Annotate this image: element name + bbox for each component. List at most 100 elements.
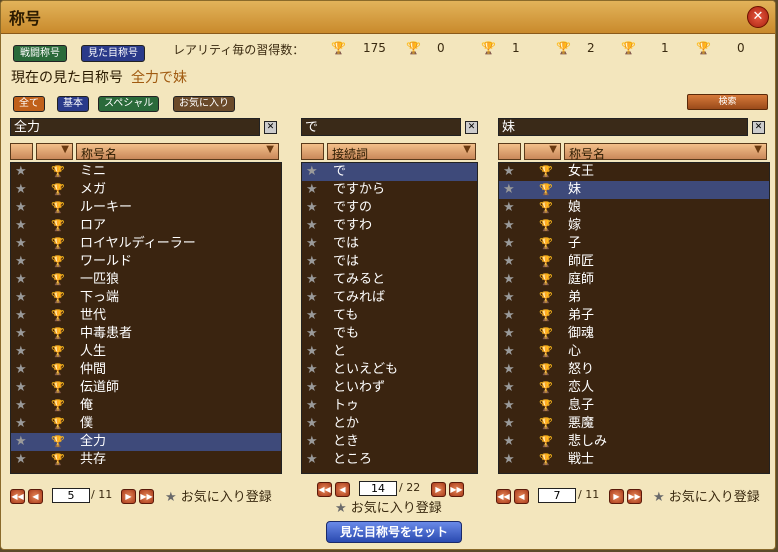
page-input-2[interactable]: 14 [359,481,397,496]
rarity-column-header[interactable]: ▼ [36,143,73,160]
list-item[interactable]: ★ 🏆 ロイヤルディーラー [11,235,281,253]
star-icon[interactable]: ★ [15,253,27,271]
list-item[interactable]: ★ 🏆 ロア [11,217,281,235]
list-item[interactable]: ★ 🏆 メガ [11,181,281,199]
star-icon[interactable]: ★ [503,433,515,451]
list-item[interactable]: ★ 🏆 息子 [499,397,769,415]
star-icon[interactable]: ★ [306,325,318,343]
list-item[interactable]: ★ では [302,235,477,253]
list-item[interactable]: ★ 🏆 心 [499,343,769,361]
star-icon[interactable]: ★ [306,217,318,235]
star-icon[interactable]: ★ [503,217,515,235]
favorite-column-header[interactable] [498,143,521,160]
first-page-button[interactable]: ◀◀ [496,489,511,504]
list-item[interactable]: ★ 🏆 全力 [11,433,281,451]
prev-page-button[interactable]: ◀ [28,489,43,504]
list-item[interactable]: ★ 🏆 仲間 [11,361,281,379]
close-button[interactable]: ✕ [747,6,769,28]
star-icon[interactable]: ★ [306,433,318,451]
list-item[interactable]: ★ 🏆 師匠 [499,253,769,271]
list-item[interactable]: ★ 🏆 戦士 [499,451,769,469]
star-icon[interactable]: ★ [503,199,515,217]
star-icon[interactable]: ★ [306,307,318,325]
favorite-register-1[interactable]: ★ お気に入り登録 [165,486,272,505]
last-page-button[interactable]: ▶▶ [627,489,642,504]
first-page-button[interactable]: ◀◀ [10,489,25,504]
star-icon[interactable]: ★ [306,397,318,415]
favorite-register-2[interactable]: ★ お気に入り登録 [335,497,442,516]
star-icon[interactable]: ★ [15,361,27,379]
star-icon[interactable]: ★ [306,289,318,307]
list-item[interactable]: ★ とき [302,433,477,451]
star-icon[interactable]: ★ [503,235,515,253]
star-icon[interactable]: ★ [15,397,27,415]
star-icon[interactable]: ★ [503,451,515,469]
star-icon[interactable]: ★ [306,361,318,379]
star-icon[interactable]: ★ [503,343,515,361]
prev-page-button[interactable]: ◀ [514,489,529,504]
list-item[interactable]: ★ 🏆 怒り [499,361,769,379]
clear-icon[interactable]: ✕ [264,121,277,134]
favorite-column-header[interactable] [301,143,324,160]
star-icon[interactable]: ★ [503,271,515,289]
star-icon[interactable]: ★ [306,451,318,469]
name-column-header[interactable]: 称号名 ▼ [76,143,279,161]
list-item[interactable]: ★ と [302,343,477,361]
star-icon[interactable]: ★ [306,235,318,253]
page-input-3[interactable]: 7 [538,488,576,503]
list-item[interactable]: ★ 🏆 弟 [499,289,769,307]
filter-all[interactable]: 全て [13,96,45,112]
star-icon[interactable]: ★ [306,253,318,271]
list-item[interactable]: ★ ですの [302,199,477,217]
list-item[interactable]: ★ 🏆 恋人 [499,379,769,397]
star-icon[interactable]: ★ [15,325,27,343]
search-button[interactable]: 検索 [687,94,768,110]
star-icon[interactable]: ★ [306,199,318,217]
list-item[interactable]: ★ ところ [302,451,477,469]
list-item[interactable]: ★ では [302,253,477,271]
list-item[interactable]: ★ ですから [302,181,477,199]
favorite-column-header[interactable] [10,143,33,160]
next-page-button[interactable]: ▶ [121,489,136,504]
list-item[interactable]: ★ トゥ [302,397,477,415]
star-icon[interactable]: ★ [306,415,318,433]
star-icon[interactable]: ★ [15,343,27,361]
star-icon[interactable]: ★ [15,379,27,397]
list-item[interactable]: ★ 🏆 俺 [11,397,281,415]
star-icon[interactable]: ★ [503,163,515,181]
star-icon[interactable]: ★ [306,379,318,397]
page-input-1[interactable]: 5 [52,488,90,503]
clear-icon[interactable]: ✕ [465,121,478,134]
list-item[interactable]: ★ 🏆 下っ端 [11,289,281,307]
search-input-1[interactable]: 全力 [10,118,260,136]
star-icon[interactable]: ★ [503,415,515,433]
list-item[interactable]: ★ 🏆 共存 [11,451,281,469]
star-icon[interactable]: ★ [306,163,318,181]
filter-favorites[interactable]: お気に入り [173,96,235,112]
star-icon[interactable]: ★ [15,235,27,253]
name-column-header[interactable]: 接続詞 ▼ [327,143,476,161]
list-item[interactable]: ★ 🏆 悲しみ [499,433,769,451]
filter-special[interactable]: スペシャル [98,96,160,112]
name-column-header[interactable]: 称号名 ▼ [564,143,767,161]
star-icon[interactable]: ★ [503,307,515,325]
list-item[interactable]: ★ 🏆 人生 [11,343,281,361]
next-page-button[interactable]: ▶ [609,489,624,504]
star-icon[interactable]: ★ [15,181,27,199]
star-icon[interactable]: ★ [503,289,515,307]
list-item[interactable]: ★ 🏆 ワールド [11,253,281,271]
star-icon[interactable]: ★ [15,217,27,235]
list-item[interactable]: ★ 🏆 弟子 [499,307,769,325]
list-item[interactable]: ★ 🏆 娘 [499,199,769,217]
star-icon[interactable]: ★ [503,253,515,271]
list-item[interactable]: ★ 🏆 世代 [11,307,281,325]
tab-battle-title[interactable]: 戦闘称号 [13,45,67,62]
tab-appearance-title[interactable]: 見た目称号 [81,45,145,62]
star-icon[interactable]: ★ [15,307,27,325]
list-item[interactable]: ★ 🏆 伝道師 [11,379,281,397]
star-icon[interactable]: ★ [503,361,515,379]
list-item[interactable]: ★ てみると [302,271,477,289]
list-item[interactable]: ★ 🏆 庭師 [499,271,769,289]
list-item[interactable]: ★ といわず [302,379,477,397]
star-icon[interactable]: ★ [15,415,27,433]
